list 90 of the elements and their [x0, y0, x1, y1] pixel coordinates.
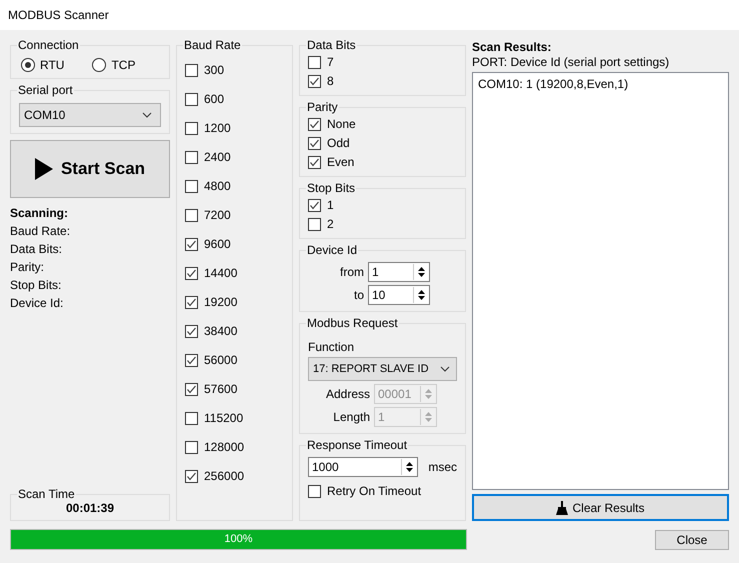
- field-label: Length: [332, 410, 370, 424]
- checkbox-label[interactable]: 4800: [204, 179, 231, 193]
- checkbox-label[interactable]: 8: [327, 74, 334, 88]
- checkbox[interactable]: [185, 64, 198, 76]
- radio-label[interactable]: RTU: [40, 58, 64, 72]
- checkbox[interactable]: [185, 122, 198, 134]
- checkbox[interactable]: [308, 136, 321, 150]
- checkbox-label[interactable]: 600: [204, 92, 224, 106]
- field-label: Device Id:: [10, 296, 64, 310]
- checkbox-label[interactable]: 9600: [204, 237, 231, 251]
- group-title: Parity: [306, 100, 339, 114]
- group-title: Data Bits: [306, 38, 357, 52]
- checkbox-label[interactable]: 1200: [204, 121, 231, 135]
- number-field[interactable]: 1000: [308, 457, 418, 477]
- checkbox[interactable]: [185, 324, 198, 338]
- checkbox-label[interactable]: 19200: [204, 295, 238, 309]
- results-subtitle: PORT: Device Id (serial port settings): [472, 55, 670, 69]
- checkbox[interactable]: [185, 180, 198, 192]
- checkbox[interactable]: [308, 218, 321, 230]
- field-label: from: [339, 265, 364, 279]
- field-label: Parity:: [10, 260, 46, 274]
- checkbox-label[interactable]: 7: [327, 55, 334, 69]
- group-title: Response Timeout: [306, 438, 408, 452]
- checkbox-label[interactable]: 300: [204, 63, 224, 77]
- checkbox-label[interactable]: 38400: [204, 324, 238, 338]
- group-title: Stop Bits: [306, 181, 356, 195]
- checkbox[interactable]: [185, 208, 198, 222]
- function-dropdown[interactable]: 17: REPORT SLAVE ID: [308, 357, 457, 381]
- broom-icon: [556, 500, 568, 514]
- scanning-label: Scanning:: [10, 206, 70, 220]
- checkbox-label[interactable]: Even: [327, 155, 354, 169]
- radio-label[interactable]: TCP: [111, 58, 136, 72]
- field-label: Baud Rate:: [10, 224, 72, 238]
- checkbox[interactable]: [185, 238, 198, 250]
- checkbox[interactable]: [185, 382, 198, 396]
- group-title: Scan Time: [17, 487, 76, 501]
- checkbox[interactable]: [308, 56, 321, 68]
- checkbox-label[interactable]: 1: [327, 198, 334, 212]
- checkbox[interactable]: [308, 484, 321, 498]
- checkbox[interactable]: [308, 156, 321, 168]
- checkbox-label[interactable]: 57600: [204, 382, 238, 396]
- field-label: Function: [308, 340, 356, 354]
- checkbox-label[interactable]: 256000: [204, 469, 244, 483]
- checkbox[interactable]: [308, 198, 321, 212]
- checkbox[interactable]: [185, 266, 198, 280]
- checkbox-label[interactable]: Odd: [327, 136, 350, 150]
- checkbox[interactable]: [185, 150, 198, 164]
- progress-label: 100%: [223, 533, 254, 545]
- clear-results-button[interactable]: Clear Results: [472, 494, 729, 521]
- checkbox-label[interactable]: 2400: [204, 150, 231, 164]
- checkbox-label[interactable]: 2: [327, 217, 334, 231]
- group-title: Baud Rate: [183, 38, 242, 52]
- checkbox-label[interactable]: 128000: [204, 440, 244, 454]
- group-title: Serial port: [17, 83, 74, 97]
- chevron-down-icon: [142, 112, 152, 118]
- radio-button[interactable]: [21, 58, 35, 72]
- field-label: Data Bits:: [10, 242, 64, 256]
- checkbox[interactable]: [185, 92, 198, 106]
- group-title: Connection: [17, 38, 80, 52]
- field-label: to: [352, 288, 364, 302]
- number-field[interactable]: 10: [368, 285, 430, 305]
- checkbox[interactable]: [308, 74, 321, 88]
- play-icon: [34, 158, 53, 180]
- checkbox-label[interactable]: Retry On Timeout: [327, 484, 422, 498]
- checkbox[interactable]: [185, 412, 198, 424]
- checkbox-label[interactable]: 7200: [204, 208, 231, 222]
- checkbox[interactable]: [185, 440, 198, 454]
- checkbox-label[interactable]: 14400: [204, 266, 238, 280]
- checkbox-label[interactable]: 56000: [204, 353, 238, 367]
- start-scan-button[interactable]: Start Scan: [10, 140, 170, 198]
- results-title: Scan Results:: [472, 40, 552, 54]
- radio-button[interactable]: [92, 58, 106, 72]
- field-label: Address: [324, 387, 370, 401]
- checkbox[interactable]: [185, 296, 198, 308]
- field-label: Stop Bits:: [10, 278, 62, 292]
- window-title: MODBUS Scanner: [8, 8, 109, 22]
- group-title: Modbus Request: [306, 316, 399, 330]
- close-button[interactable]: Close: [655, 530, 729, 550]
- port-dropdown[interactable]: COM10: [19, 103, 161, 127]
- checkbox[interactable]: [308, 118, 321, 130]
- list-item[interactable]: COM10: 1 (19200,8,Even,1): [478, 77, 723, 91]
- checkbox[interactable]: [185, 470, 198, 482]
- checkbox-label[interactable]: None: [327, 117, 356, 131]
- group-title: Device Id: [306, 243, 358, 257]
- unit-label: msec: [428, 460, 457, 474]
- scan-time-value: 00:01:39: [64, 501, 116, 515]
- checkbox-label[interactable]: 115200: [204, 411, 244, 425]
- number-field[interactable]: 1: [368, 262, 430, 282]
- checkbox[interactable]: [185, 354, 198, 366]
- chevron-down-icon: [440, 366, 450, 372]
